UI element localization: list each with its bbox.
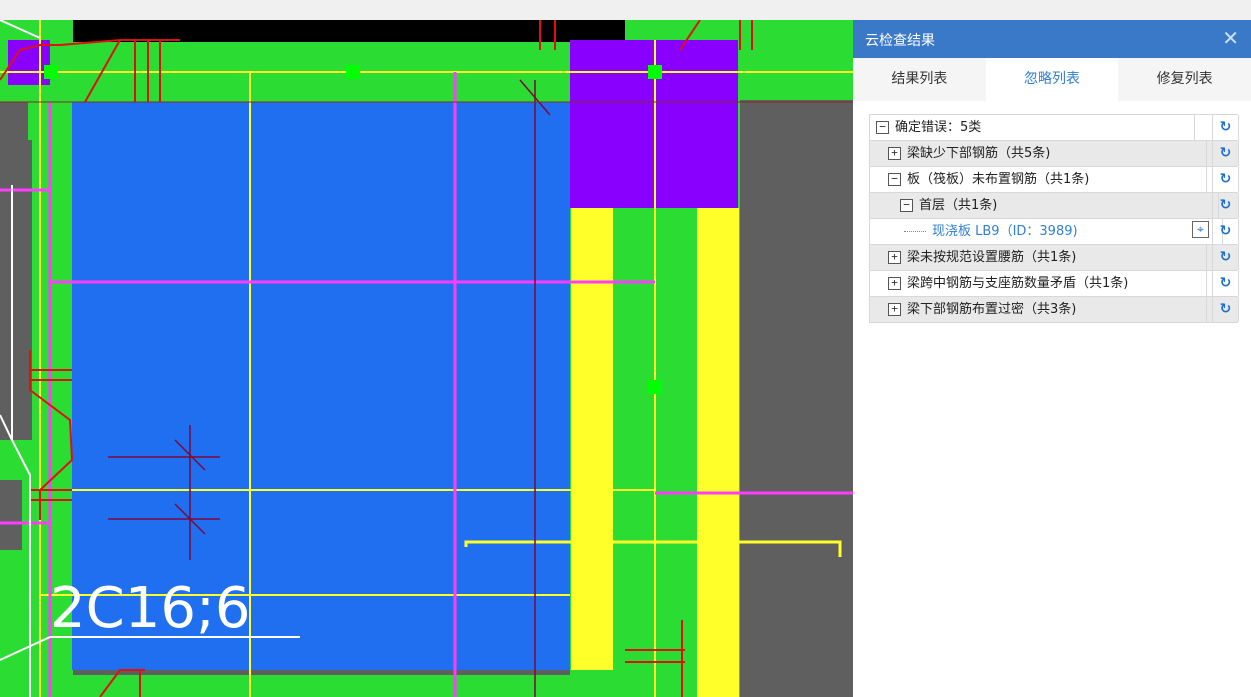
- close-icon[interactable]: ✕: [1222, 26, 1239, 50]
- cloud-check-results-panel: 云检查结果 ✕ 结果列表 忽略列表 修复列表 − 确定错误：5类 ↻ + 梁缺少下部…: [853, 20, 1251, 697]
- tree-cell-main: − 首层（共1条): [870, 193, 1219, 218]
- collapse-toggle-icon[interactable]: −: [876, 121, 889, 134]
- panel-header: 云检查结果 ✕: [853, 20, 1251, 58]
- tree-cell-action: ↻: [1213, 271, 1239, 296]
- tree-cell-locate: [1189, 167, 1213, 192]
- green-strip-2: [685, 208, 697, 697]
- tree-row-label: 板（筏板）未布置钢筋（共1条): [907, 172, 1090, 187]
- tab-ignore-list[interactable]: 忽略列表: [985, 58, 1119, 101]
- expand-toggle-icon[interactable]: +: [888, 277, 901, 290]
- restore-icon[interactable]: ↻: [1213, 141, 1238, 166]
- green-divider: [613, 208, 623, 670]
- restore-icon[interactable]: ↻: [1213, 297, 1238, 322]
- ignore-list-tree: − 确定错误：5类 ↻ + 梁缺少下部钢筋（共5条) ↻ − 板（筏板）未布置钢筋（共…: [869, 114, 1239, 323]
- tree-row-span-support-conflict[interactable]: + 梁跨中钢筋与支座筋数量矛盾（共1条) ↻: [870, 271, 1239, 297]
- tree-cell-locate: [1189, 297, 1213, 322]
- tree-row-label: 梁跨中钢筋与支座筋数量矛盾（共1条): [907, 276, 1129, 291]
- expand-toggle-icon[interactable]: +: [888, 251, 901, 264]
- tree-cell-main: + 梁下部钢筋布置过密（共3条): [870, 297, 1207, 322]
- yellow-bar-2: [697, 208, 739, 697]
- locate-icon[interactable]: ⌖: [1192, 221, 1209, 238]
- restore-icon[interactable]: ↻: [1213, 167, 1238, 192]
- node-1: [44, 65, 58, 79]
- tree-cell-action: ↻: [1213, 219, 1239, 244]
- tree-cell-action: ↻: [1213, 245, 1239, 270]
- tree-cell-main: + 梁缺少下部钢筋（共5条): [870, 141, 1207, 166]
- tree-row-label: 首层（共1条): [919, 198, 998, 213]
- tree-row-first-floor[interactable]: − 首层（共1条) ↻: [870, 193, 1239, 219]
- restore-icon[interactable]: ↻: [1213, 271, 1238, 296]
- panel-title: 云检查结果: [865, 33, 935, 49]
- left-gap: [0, 140, 32, 440]
- expand-toggle-icon[interactable]: +: [888, 147, 901, 160]
- tree-cell-locate: ⌖: [1189, 219, 1213, 244]
- tree-row-confirmed-errors[interactable]: − 确定错误：5类 ↻: [870, 115, 1239, 141]
- tree-cell-main: − 板（筏板）未布置钢筋（共1条): [870, 167, 1207, 192]
- restore-icon[interactable]: ↻: [1213, 193, 1238, 218]
- cad-drawing-canvas[interactable]: 2C16;6: [0, 20, 853, 697]
- tree-cell-locate: [1189, 193, 1213, 218]
- left-lower-gap: [0, 480, 22, 550]
- tree-cell-locate: [1189, 141, 1213, 166]
- tree-row-label: 梁缺少下部钢筋（共5条): [907, 146, 1051, 161]
- node-2: [346, 65, 360, 79]
- tree-cell-main: + 梁跨中钢筋与支座筋数量矛盾（共1条): [870, 271, 1207, 296]
- tree-cell-main: − 确定错误：5类: [870, 115, 1195, 140]
- tree-row-slab-no-rebar[interactable]: − 板（筏板）未布置钢筋（共1条) ↻: [870, 167, 1239, 193]
- tree-cell-main: + 梁未按规范设置腰筋（共1条): [870, 245, 1207, 270]
- tree-cell-main: 现浇板 LB9（ID：3989): [870, 219, 1223, 244]
- tree-cell-locate: [1189, 245, 1213, 270]
- collapse-toggle-icon[interactable]: −: [888, 173, 901, 186]
- rebar-annotation-text: 2C16;6: [50, 576, 250, 641]
- tree-cell-action: ↻: [1213, 115, 1239, 140]
- right-grey: [740, 100, 853, 697]
- collapse-toggle-icon[interactable]: −: [900, 199, 913, 212]
- black-strip-top: [70, 20, 625, 42]
- tree-connector: [904, 231, 926, 232]
- cad-drawing[interactable]: 2C16;6: [0, 20, 853, 697]
- top-strip: [0, 0, 1251, 20]
- yellow-bar-1: [571, 208, 613, 670]
- expand-toggle-icon[interactable]: +: [888, 303, 901, 316]
- tree-row-beam-missing-bottom-rebar[interactable]: + 梁缺少下部钢筋（共5条) ↻: [870, 141, 1239, 167]
- restore-icon[interactable]: ↻: [1213, 219, 1238, 244]
- tab-repair-list[interactable]: 修复列表: [1118, 58, 1251, 101]
- tab-results-list[interactable]: 结果列表: [853, 58, 986, 101]
- tree-row-label: 梁下部钢筋布置过密（共3条): [907, 302, 1077, 317]
- node-4: [648, 380, 662, 394]
- node-3: [648, 65, 662, 79]
- tree-row-label: 确定错误：5类: [895, 120, 982, 135]
- restore-icon[interactable]: ↻: [1213, 115, 1238, 140]
- tree-cell-action: ↻: [1213, 297, 1239, 322]
- tree-cell-action: ↻: [1213, 193, 1239, 218]
- slab-lb9-link[interactable]: 现浇板 LB9（ID：3989): [932, 224, 1078, 239]
- tree-row-bottom-rebar-too-dense[interactable]: + 梁下部钢筋布置过密（共3条) ↻: [870, 297, 1239, 323]
- tree-cell-locate: [1189, 271, 1213, 296]
- bottom-right-grey: [740, 675, 853, 697]
- tree-cell-action: ↻: [1213, 141, 1239, 166]
- tree-row-label: 梁未按规范设置腰筋（共1条): [907, 250, 1077, 265]
- tree-cell-action: ↻: [1213, 167, 1239, 192]
- tree-cell-locate: [1189, 115, 1213, 140]
- tab-bar: 结果列表 忽略列表 修复列表: [853, 58, 1251, 101]
- tree-row-slab-lb9[interactable]: 现浇板 LB9（ID：3989) ⌖ ↻: [870, 219, 1239, 245]
- tree-row-beam-waist-rebar[interactable]: + 梁未按规范设置腰筋（共1条) ↻: [870, 245, 1239, 271]
- restore-icon[interactable]: ↻: [1213, 245, 1238, 270]
